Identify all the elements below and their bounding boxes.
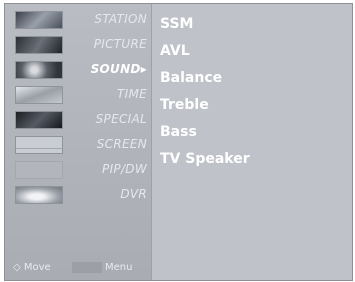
menu-item-label: PIP/DW: [102, 162, 147, 176]
menu-key-icon: [72, 262, 102, 273]
menu-item-label: DVR: [120, 187, 147, 201]
menu-item-screen[interactable]: SCREEN: [9, 135, 149, 155]
menu-footer: ◇ Move Menu: [9, 260, 149, 276]
menu-hint: Menu: [105, 262, 133, 273]
submenu-item-ssm[interactable]: SSM: [160, 16, 193, 32]
submenu-item-treble[interactable]: Treble: [160, 97, 209, 113]
menu-item-dvr[interactable]: DVR: [9, 185, 149, 205]
menu-item-label: SOUND▸: [90, 62, 147, 76]
submenu-item-bass[interactable]: Bass: [160, 124, 197, 140]
menu-item-sound[interactable]: SOUND▸: [9, 60, 149, 80]
sound-submenu-panel: SSM AVL Balance Treble Bass TV Speaker: [151, 4, 352, 280]
submenu-item-tv-speaker[interactable]: TV Speaker: [160, 151, 250, 167]
picture-thumbnail-icon: [15, 36, 63, 54]
menu-item-label: STATION: [94, 12, 147, 26]
menu-item-time[interactable]: TIME: [9, 85, 149, 105]
menu-item-label: PICTURE: [93, 37, 147, 51]
screen-thumbnail-icon: [15, 136, 63, 154]
menu-item-label: SCREEN: [96, 137, 147, 151]
main-menu-panel: STATION PICTURE SOUND▸ TIME SPECIAL SCRE…: [5, 4, 151, 280]
pip-thumbnail-icon: [15, 161, 63, 179]
tv-osd-menu: STATION PICTURE SOUND▸ TIME SPECIAL SCRE…: [4, 3, 353, 281]
menu-item-picture[interactable]: PICTURE: [9, 35, 149, 55]
menu-item-special[interactable]: SPECIAL: [9, 110, 149, 130]
menu-item-label: SPECIAL: [95, 112, 147, 126]
submenu-item-balance[interactable]: Balance: [160, 70, 222, 86]
menu-item-pip[interactable]: PIP/DW: [9, 160, 149, 180]
station-thumbnail-icon: [15, 11, 63, 29]
sound-thumbnail-icon: [15, 61, 63, 79]
time-thumbnail-icon: [15, 86, 63, 104]
menu-item-label: TIME: [116, 87, 147, 101]
special-thumbnail-icon: [15, 111, 63, 129]
menu-item-station[interactable]: STATION: [9, 10, 149, 30]
submenu-item-avl[interactable]: AVL: [160, 43, 190, 59]
dvr-thumbnail-icon: [15, 186, 63, 204]
move-hint: ◇ Move: [13, 262, 51, 273]
